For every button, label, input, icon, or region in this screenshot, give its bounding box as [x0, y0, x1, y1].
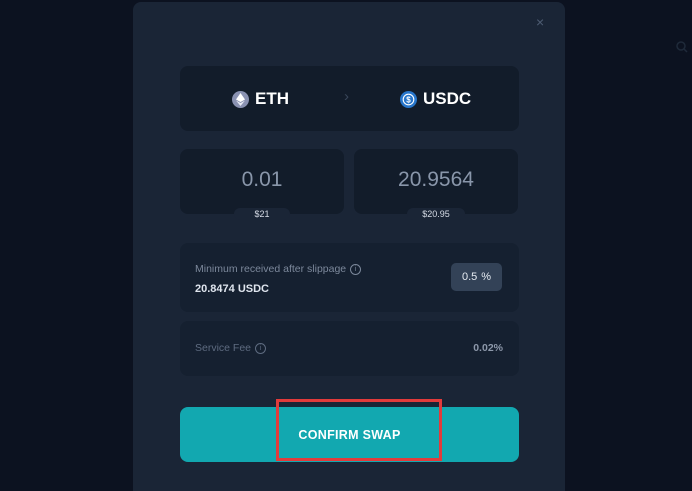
from-amount-value: 0.01 [241, 168, 283, 191]
min-received-value: 20.8474 USDC [195, 283, 269, 295]
to-amount-box: 20.9564 [354, 149, 518, 214]
to-token-label: USDC [423, 89, 472, 108]
from-usd-badge: $21 [234, 208, 290, 220]
to-usd-badge: $20.95 [407, 208, 465, 220]
eth-icon [232, 90, 249, 108]
slippage-label-row: Minimum received after slippage i [195, 263, 362, 275]
from-token: ETH [232, 89, 289, 109]
info-icon[interactable]: i [350, 263, 362, 275]
slippage-panel: Minimum received after slippage i 20.847… [180, 243, 519, 312]
service-fee-panel: Service Fee i 0.02% [180, 321, 519, 376]
background-search-icon [676, 40, 688, 56]
highlight-box [276, 399, 442, 461]
chevron-right-icon: › [344, 88, 349, 105]
slippage-percent-value: 0.5 [461, 271, 478, 283]
from-amount-box: 0.01 [180, 149, 344, 214]
from-token-label: ETH [255, 89, 289, 108]
info-icon[interactable]: i [255, 342, 267, 354]
slippage-label: Minimum received after slippage [195, 263, 347, 275]
close-icon[interactable]: × [536, 14, 544, 30]
to-amount-value: 20.9564 [398, 168, 474, 191]
to-token: $ USDC [400, 89, 471, 109]
slippage-input[interactable]: 0.5 % [451, 263, 502, 291]
svg-text:$: $ [406, 95, 411, 104]
slippage-percent-sign: % [481, 271, 492, 283]
service-fee-label: Service Fee [195, 342, 252, 354]
usdc-icon: $ [400, 90, 417, 108]
service-fee-label-row: Service Fee i [195, 342, 267, 354]
service-fee-value: 0.02% [473, 342, 503, 354]
token-pair-panel: ETH › $ USDC [180, 66, 519, 131]
